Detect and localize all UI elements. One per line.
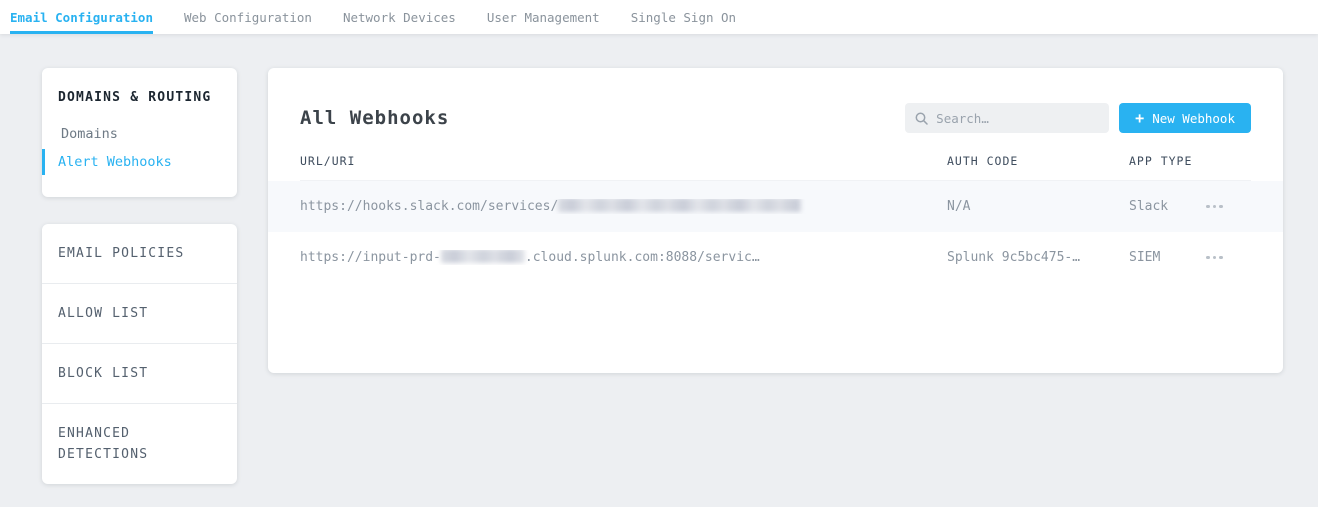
sidebar-item-block-list[interactable]: BLOCK LIST <box>42 344 237 404</box>
webhooks-table: URL/URI AUTH CODE APP TYPE https://hooks… <box>300 139 1251 283</box>
domains-routing-heading: DOMAINS & ROUTING <box>42 90 237 105</box>
sidebar-item-domains[interactable]: Domains <box>42 121 237 147</box>
webhooks-header: All Webhooks + New Webhook <box>300 103 1251 133</box>
auth-code-cell: Splunk 9c5bc475-… <box>947 250 1129 265</box>
plus-icon: + <box>1135 109 1144 127</box>
sidebar-item-email-policies[interactable]: EMAIL POLICIES <box>42 224 237 284</box>
url-text: https://input-prd- <box>300 250 441 265</box>
new-webhook-button[interactable]: + New Webhook <box>1119 103 1251 133</box>
tab-email-configuration[interactable]: Email Configuration <box>10 0 153 34</box>
url-text: .cloud.splunk.com:8088/servic… <box>525 250 760 265</box>
sidebar-section-list: EMAIL POLICIES ALLOW LIST BLOCK LIST ENH… <box>42 224 237 484</box>
column-header-url: URL/URI <box>300 154 947 168</box>
page-content: DOMAINS & ROUTING Domains Alert Webhooks… <box>0 34 1318 484</box>
top-nav: Email Configuration Web Configuration Ne… <box>0 0 1318 34</box>
webhook-url-cell: https://input-prd- .cloud.splunk.com:8088… <box>300 250 947 265</box>
search-box <box>905 103 1109 133</box>
table-row: https://input-prd- .cloud.splunk.com:8088… <box>300 232 1251 283</box>
sidebar-item-enhanced-detections[interactable]: ENHANCED DETECTIONS <box>42 404 237 484</box>
page-title: All Webhooks <box>300 107 449 129</box>
app-type-cell: Slack <box>1129 199 1204 214</box>
tab-web-configuration[interactable]: Web Configuration <box>184 0 312 34</box>
table-header-row: URL/URI AUTH CODE APP TYPE <box>300 139 1251 181</box>
search-icon <box>915 112 928 125</box>
row-actions-menu-icon[interactable] <box>1204 199 1225 215</box>
app-type-cell: SIEM <box>1129 250 1204 265</box>
new-webhook-label: New Webhook <box>1152 111 1235 126</box>
url-text: https://hooks.slack.com/services/ <box>300 199 558 214</box>
redacted-url-segment <box>558 199 801 212</box>
table-row: https://hooks.slack.com/services/ N/A Sl… <box>268 181 1283 232</box>
column-header-auth-code: AUTH CODE <box>947 154 1129 168</box>
redacted-url-segment <box>441 250 525 263</box>
tab-network-devices[interactable]: Network Devices <box>343 0 456 34</box>
webhook-url-cell: https://hooks.slack.com/services/ <box>300 199 947 214</box>
domains-routing-card: DOMAINS & ROUTING Domains Alert Webhooks <box>42 68 237 197</box>
sidebar-item-alert-webhooks[interactable]: Alert Webhooks <box>42 149 237 175</box>
webhooks-panel: All Webhooks + New Webhook URL/URI AUTH … <box>268 68 1283 373</box>
tab-user-management[interactable]: User Management <box>487 0 600 34</box>
column-header-app-type: APP TYPE <box>1129 154 1204 168</box>
sidebar: DOMAINS & ROUTING Domains Alert Webhooks… <box>42 68 237 484</box>
tab-single-sign-on[interactable]: Single Sign On <box>631 0 736 34</box>
search-input[interactable] <box>936 111 1099 126</box>
row-actions-menu-icon[interactable] <box>1204 250 1225 266</box>
sidebar-item-allow-list[interactable]: ALLOW LIST <box>42 284 237 344</box>
auth-code-cell: N/A <box>947 199 1129 214</box>
